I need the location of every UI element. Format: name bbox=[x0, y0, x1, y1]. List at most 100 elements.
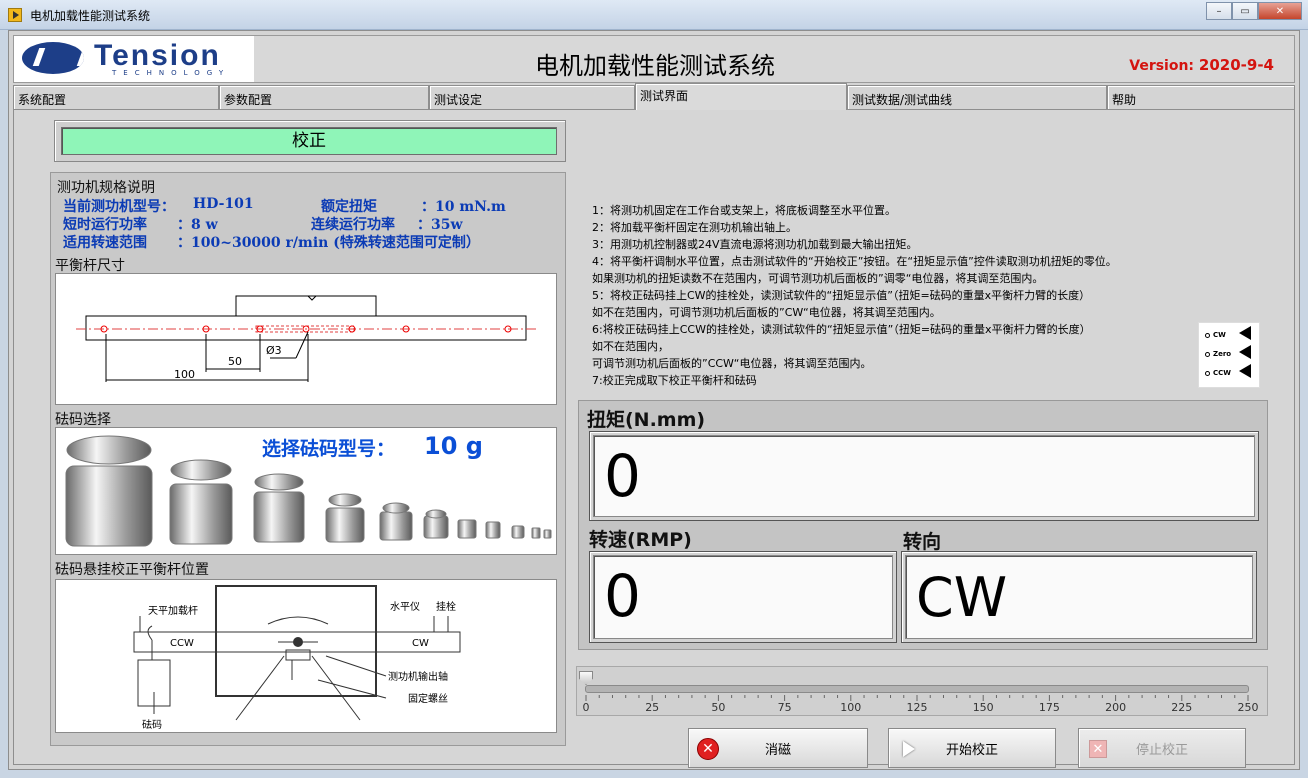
tab-bar: 系统配置 参数配置 测试设定 测试界面 测试数据/测试曲线 帮助 bbox=[13, 83, 1295, 110]
speed-value: 0 bbox=[604, 562, 641, 630]
hanging-drawing: 天平加载杆 水平仪 挂栓 CCW CW 测功机输出轴 固定螺丝 砝码 bbox=[133, 585, 461, 731]
balance-bar-title: 平衡杆尺寸 bbox=[55, 258, 125, 274]
model-value: HD-101 bbox=[193, 196, 254, 212]
slider-tick-label: 50 bbox=[711, 701, 726, 714]
lbl-screw: 固定螺丝 bbox=[408, 692, 448, 705]
readout-panel: 扭矩(N.mm) 0 转速(RMP) 0 转向 CW bbox=[578, 400, 1268, 650]
tab-test-setup[interactable]: 测试设定 bbox=[429, 85, 635, 109]
lbl-peg: 挂栓 bbox=[436, 600, 456, 613]
dim-100-label: 100 bbox=[174, 368, 195, 381]
test-interface-page: 校正 测功机规格说明 当前测功机型号： HD-101 额定扭矩 ：10 mN.m… bbox=[13, 109, 1295, 768]
legend-zero: Zero bbox=[1205, 350, 1231, 358]
rated-torque-value: ：10 mN.m bbox=[421, 199, 506, 215]
version-prefix: Version: bbox=[1129, 58, 1195, 74]
instruction-line: 1：将测功机固定在工作台或支架上，将底板调整至水平位置。 bbox=[592, 204, 896, 217]
version-value: 2020-9-4 bbox=[1198, 56, 1274, 74]
window-title: 电机加载性能测试系统 bbox=[30, 9, 151, 23]
legend-cw-label: CW bbox=[1213, 331, 1226, 339]
tab-help[interactable]: 帮助 bbox=[1107, 85, 1295, 109]
weights-section-title: 砝码选择 bbox=[55, 412, 111, 428]
app-client-area: Tension TECHNOLOGY 电机加载性能测试系统 Version: 2… bbox=[8, 30, 1300, 770]
rated-torque-label: 额定扭矩 bbox=[321, 199, 377, 215]
close-icon[interactable]: ✕ bbox=[1258, 2, 1302, 20]
maximize-icon[interactable]: ▭ bbox=[1232, 2, 1258, 20]
instruction-line: 可调节测功机后面板的”CCW“电位器，将其调至范围内。 bbox=[592, 357, 872, 370]
direction-value: CW bbox=[916, 566, 1008, 629]
instruction-line: 如不在范围内， bbox=[592, 340, 669, 353]
dim-diameter-label: Ø3 bbox=[266, 344, 282, 357]
hanging-diagram: 天平加载杆 水平仪 挂栓 CCW CW 测功机输出轴 固定螺丝 砝码 bbox=[55, 579, 557, 733]
instruction-line: 7:校正完成取下校正平衡杆和砝码 bbox=[592, 374, 757, 387]
slider-tick-label: 75 bbox=[777, 701, 792, 714]
slider-thumb[interactable] bbox=[579, 671, 593, 685]
instruction-line: 2：将加载平衡杆固定在测功机输出轴上。 bbox=[592, 221, 797, 234]
value-slider[interactable]: 0 25 50 75 100 125 150 175 200 225 250 bbox=[576, 666, 1268, 716]
spec-section-title: 测功机规格说明 bbox=[57, 180, 155, 196]
direction-title: 转向 bbox=[903, 531, 942, 553]
calibration-indicator: 校正 bbox=[61, 127, 557, 155]
legend-zero-label: Zero bbox=[1213, 350, 1232, 358]
lbl-weight: 砝码 bbox=[142, 718, 162, 731]
instruction-line: 6:将校正砝码挂上CCW的挂栓处，读测试软件的“扭矩显示值”（扭矩=砝码的重量x… bbox=[592, 323, 1091, 336]
tab-test-interface[interactable]: 测试界面 bbox=[635, 83, 847, 110]
arrow-left-icon bbox=[1239, 364, 1251, 378]
torque-value: 0 bbox=[604, 442, 641, 510]
cont-power-value: ：35w bbox=[417, 217, 463, 233]
tab-system-config[interactable]: 系统配置 bbox=[13, 85, 219, 109]
slider-tick-label: 225 bbox=[1171, 701, 1193, 714]
slider-tick-label: 125 bbox=[906, 701, 928, 714]
lbl-cw: CW bbox=[412, 638, 429, 649]
calibration-indicator-frame: 校正 bbox=[54, 120, 566, 162]
speed-indicator: 0 bbox=[589, 551, 897, 643]
cont-power-label: 连续运行功率 bbox=[311, 217, 395, 233]
slider-tick-label: 0 bbox=[582, 701, 590, 714]
legend-ccw: CCW bbox=[1205, 369, 1231, 377]
stop-calibration-button[interactable]: ✕ 停止校正 bbox=[1078, 728, 1246, 768]
degauss-button[interactable]: ✕ 消磁 bbox=[688, 728, 868, 768]
info-panel: 测功机规格说明 当前测功机型号： HD-101 额定扭矩 ：10 mN.m 短时… bbox=[50, 172, 566, 746]
title-bar: 电机加载性能测试系统 – ▭ ✕ bbox=[0, 0, 1308, 30]
lbl-level: 水平仪 bbox=[390, 601, 420, 613]
tab-test-data[interactable]: 测试数据/测试曲线 bbox=[847, 85, 1107, 109]
slider-tick-label: 150 bbox=[972, 701, 994, 714]
torque-title: 扭矩(N.mm) bbox=[587, 409, 706, 431]
instruction-line: 5：将校正砝码挂上CW的挂栓处，读测试软件的“扭矩显示值”（扭矩=砝码的重量x平… bbox=[592, 289, 1091, 302]
hanging-section-title: 砝码悬挂校正平衡杆位置 bbox=[55, 562, 209, 578]
stop-calibration-label: 停止校正 bbox=[1135, 742, 1188, 758]
minimize-icon[interactable]: – bbox=[1206, 2, 1232, 20]
instruction-line: 3：用测功机控制器或24V直流电源将测功机加载到最大输出扭矩。 bbox=[592, 238, 918, 251]
app-header: Tension TECHNOLOGY 电机加载性能测试系统 Version: 2… bbox=[13, 35, 1295, 83]
arrow-left-icon bbox=[1239, 345, 1251, 359]
torque-indicator: 0 bbox=[589, 431, 1259, 521]
short-power-label: 短时运行功率 bbox=[63, 217, 147, 233]
slider-tick-label: 175 bbox=[1038, 701, 1060, 714]
lbl-ccw: CCW bbox=[170, 638, 194, 649]
window-controls: – ▭ ✕ bbox=[1206, 2, 1302, 20]
tab-param-config[interactable]: 参数配置 bbox=[219, 85, 429, 109]
slider-tick-label: 250 bbox=[1237, 701, 1259, 714]
weights-image: 选择砝码型号： 10 g bbox=[55, 427, 557, 555]
dim-50-label: 50 bbox=[228, 355, 242, 368]
slider-tick-label: 100 bbox=[840, 701, 862, 714]
slider-tick-label: 200 bbox=[1105, 701, 1127, 714]
legend-cw: CW bbox=[1205, 331, 1226, 339]
slider-track[interactable] bbox=[585, 685, 1249, 693]
weight-select-value[interactable]: 10 g bbox=[424, 432, 483, 460]
instruction-line: 4：将平衡杆调制水平位置，点击测试软件的“开始校正”按钮。在“扭矩显示值”控件读… bbox=[592, 255, 1117, 268]
start-calibration-label: 开始校正 bbox=[945, 742, 998, 758]
slider-tick-label: 25 bbox=[645, 701, 660, 714]
start-calibration-button[interactable]: 开始校正 bbox=[888, 728, 1056, 768]
direction-indicator: CW bbox=[901, 551, 1257, 643]
instructions-text: 1：将测功机固定在工作台或支架上，将底板调整至水平位置。 2：将加载平衡杆固定在… bbox=[592, 202, 1192, 389]
speed-title: 转速(RMP) bbox=[589, 529, 692, 551]
instruction-line: 如果测功机的扭矩读数不在范围内，可调节测功机后面板的”调零“电位器，将其调至范围… bbox=[592, 272, 1044, 285]
speed-range-label: 适用转速范围 bbox=[63, 235, 147, 251]
arrow-left-icon bbox=[1239, 326, 1251, 340]
instruction-line: 如不在范围内，可调节测功机后面板的”CW“电位器，将其调至范围内。 bbox=[592, 306, 941, 319]
balance-bar-diagram: Ø3 50 100 bbox=[55, 273, 557, 405]
speed-range-value: ：100~30000 r/min (特殊转速范围可定制） bbox=[177, 235, 480, 251]
weight-select-label: 选择砝码型号： bbox=[262, 438, 396, 460]
degauss-label: 消磁 bbox=[764, 742, 791, 758]
direction-legend: CW Zero CCW bbox=[1198, 322, 1260, 388]
short-power-value: ：8 w bbox=[177, 217, 218, 233]
